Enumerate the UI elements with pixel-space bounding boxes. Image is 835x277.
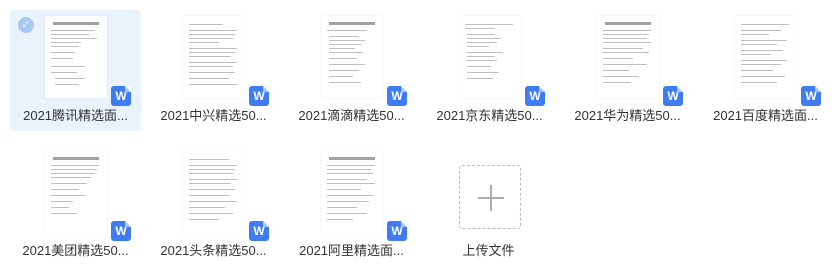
word-doc-icon: W: [111, 86, 131, 106]
document-thumbnail: [735, 16, 797, 98]
document-thumbnail: [459, 16, 521, 98]
file-tile[interactable]: W 2021头条精选50...: [148, 145, 279, 266]
document-thumbnail: [321, 151, 383, 233]
document-thumbnail: [597, 16, 659, 98]
file-tile[interactable]: W 2021华为精选50...: [562, 10, 693, 131]
word-doc-icon: W: [801, 86, 821, 106]
word-doc-icon: W: [525, 86, 545, 106]
file-name[interactable]: 2021京东精选50...: [424, 105, 555, 124]
file-name[interactable]: 2021滴滴精选50...: [286, 105, 417, 124]
file-tile[interactable]: W 2021百度精选面...: [700, 10, 831, 131]
file-name[interactable]: 2021中兴精选50...: [148, 105, 279, 124]
check-icon[interactable]: ✓: [18, 17, 34, 33]
document-thumbnail: [45, 16, 107, 98]
document-thumbnail: [321, 16, 383, 98]
file-tile[interactable]: ✓ W 2021腾讯精选面...: [10, 10, 141, 131]
file-name[interactable]: 2021百度精选面...: [700, 105, 831, 124]
word-doc-icon: W: [387, 221, 407, 241]
file-tile[interactable]: W 2021中兴精选50...: [148, 10, 279, 131]
file-name[interactable]: 2021阿里精选面...: [286, 240, 417, 259]
document-thumbnail: [45, 151, 107, 233]
file-grid: ✓ W 2021腾讯精选面... W 2021中兴精选50... W 2021滴…: [0, 0, 835, 277]
upload-button[interactable]: [459, 165, 521, 229]
word-doc-icon: W: [663, 86, 683, 106]
file-tile[interactable]: W 2021滴滴精选50...: [286, 10, 417, 131]
word-doc-icon: W: [249, 86, 269, 106]
word-doc-icon: W: [249, 221, 269, 241]
file-name[interactable]: 2021美团精选50...: [10, 240, 141, 259]
file-tile[interactable]: W 2021美团精选50...: [10, 145, 141, 266]
file-tile[interactable]: W 2021京东精选50...: [424, 10, 555, 131]
document-thumbnail: [183, 16, 245, 98]
file-name[interactable]: 2021头条精选50...: [148, 240, 279, 259]
file-name[interactable]: 2021腾讯精选面...: [10, 105, 141, 124]
word-doc-icon: W: [387, 86, 407, 106]
word-doc-icon: W: [111, 221, 131, 241]
file-tile[interactable]: W 2021阿里精选面...: [286, 145, 417, 266]
document-thumbnail: [183, 151, 245, 233]
upload-label[interactable]: 上传文件: [423, 240, 554, 259]
file-name[interactable]: 2021华为精选50...: [562, 105, 693, 124]
